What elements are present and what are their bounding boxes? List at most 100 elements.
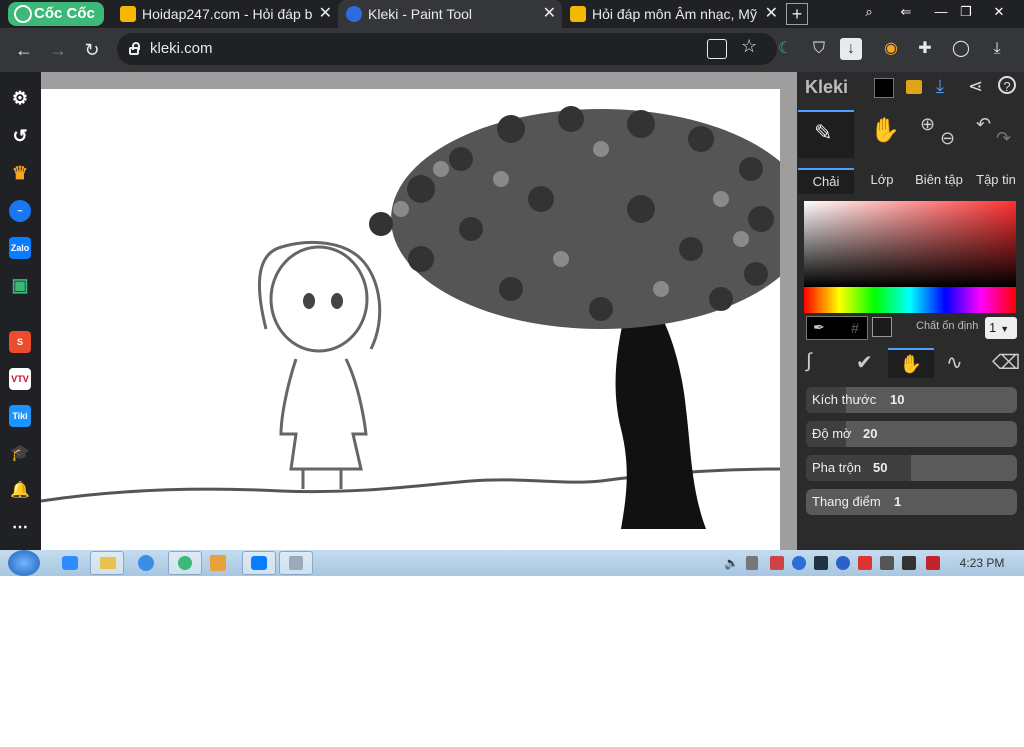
hand-icon: ✋: [870, 117, 900, 144]
paint-brush-icon: ✎: [814, 120, 833, 145]
download-extension-icon[interactable]: ↓: [840, 38, 862, 60]
stabilizer-value: 1: [989, 320, 997, 335]
zalo-icon: [251, 556, 267, 570]
blending-slider[interactable]: Pha trộn 50: [806, 455, 1017, 481]
network-signal-icon[interactable]: [746, 556, 758, 570]
new-image-icon[interactable]: [874, 78, 894, 98]
education-cap-icon[interactable]: 🎓: [9, 443, 31, 465]
settings-gear-icon[interactable]: ⚙: [9, 87, 31, 109]
back-arrow-icon[interactable]: ⇐: [894, 2, 918, 22]
shield-icon[interactable]: ⛉: [808, 38, 830, 60]
close-tab-icon[interactable]: ✕: [543, 0, 556, 28]
tiki-icon[interactable]: Tiki: [9, 405, 31, 427]
tab-layers[interactable]: Lớp: [856, 168, 908, 192]
url-text[interactable]: kleki.com: [150, 33, 213, 65]
kleki-logo: Kleki: [805, 77, 849, 97]
vtv-go-icon[interactable]: VTV: [9, 368, 31, 390]
opacity-slider[interactable]: Độ mờ 20: [806, 421, 1017, 447]
zalo-taskbar-button[interactable]: [242, 551, 276, 575]
power-tray-icon[interactable]: [902, 556, 916, 570]
undo-icon: ↶: [976, 114, 992, 134]
display-tray-icon[interactable]: [814, 556, 828, 570]
coccoc-rewards-icon[interactable]: ◉: [880, 38, 902, 60]
reload-icon[interactable]: ↻: [80, 38, 104, 62]
tray-warning-icon[interactable]: [858, 556, 872, 570]
game-controller-icon[interactable]: ▣: [9, 274, 31, 296]
tab-edit[interactable]: Biên tập: [908, 168, 970, 192]
tab-kleki[interactable]: Kleki - Paint Tool ✕: [338, 0, 562, 28]
close-tab-icon[interactable]: ✕: [319, 0, 332, 28]
minimize-button[interactable]: —: [928, 2, 954, 22]
address-bar[interactable]: kleki.com ☆: [117, 33, 777, 65]
tab-brush[interactable]: Chải: [798, 168, 854, 194]
brush-tool-button[interactable]: ✎: [798, 110, 854, 158]
save-download-icon[interactable]: ⤓: [936, 76, 944, 97]
pen-brush-icon[interactable]: ∫: [806, 350, 811, 373]
sketchy-brush-icon[interactable]: ✋: [888, 348, 934, 378]
scatter-slider[interactable]: Thang điểm 1: [806, 489, 1017, 515]
zoom-button[interactable]: ⊕ ⊖: [910, 110, 966, 156]
drawing-canvas[interactable]: [40, 89, 811, 550]
slider-label: Pha trộn: [812, 460, 862, 475]
zalo-icon[interactable]: Zalo: [9, 237, 31, 259]
brand-name: Cốc Cốc: [34, 5, 95, 22]
close-window-button[interactable]: ✕: [982, 2, 1016, 22]
restore-button[interactable]: ❐: [954, 2, 978, 22]
shopee-icon[interactable]: S: [9, 331, 31, 353]
slider-value: 20: [863, 426, 878, 441]
help-icon[interactable]: ?: [998, 76, 1016, 94]
bluetooth-icon[interactable]: [836, 556, 850, 570]
downloads-icon[interactable]: ⤓: [986, 38, 1008, 60]
explorer-taskbar-button[interactable]: [90, 551, 124, 575]
new-tab-button[interactable]: +: [786, 3, 808, 25]
more-dots-icon[interactable]: ⋯: [9, 517, 31, 539]
taskbar-clock[interactable]: 4:23 PM: [952, 550, 1012, 576]
bookmark-star-icon[interactable]: ☆: [741, 36, 757, 57]
speaker-icon[interactable]: 🔈: [724, 556, 739, 570]
tab-hoidap247[interactable]: Hoidap247.com - Hỏi đáp bà ✕: [112, 0, 338, 28]
tab-hoidap-music[interactable]: Hỏi đáp môn Âm nhạc, Mỹ th ✕: [562, 0, 784, 28]
color-saturation-picker[interactable]: [804, 201, 1016, 287]
coccoc-menu-button[interactable]: Cốc Cốc: [8, 2, 104, 26]
tab-title: Hỏi đáp môn Âm nhạc, Mỹ th: [592, 6, 758, 22]
zalo-tray-icon[interactable]: [792, 556, 806, 570]
forward-icon[interactable]: →: [46, 38, 70, 62]
profile-icon[interactable]: ◯: [950, 38, 972, 60]
back-icon[interactable]: ←: [12, 38, 36, 62]
current-color-swatch[interactable]: ✒ #: [806, 316, 868, 340]
hue-slider[interactable]: [804, 287, 1016, 313]
notification-bell-icon[interactable]: 🔔: [9, 480, 31, 502]
secondary-color-swatch[interactable]: [872, 317, 892, 337]
blend-brush-icon[interactable]: ✔: [856, 350, 873, 375]
close-tab-icon[interactable]: ✕: [765, 0, 778, 28]
eraser-icon[interactable]: ⌫: [992, 350, 1020, 375]
windows-start-icon[interactable]: [8, 550, 40, 576]
dark-mode-moon-icon[interactable]: ☾: [774, 38, 796, 60]
shape-brush-icon[interactable]: ∿: [946, 350, 963, 375]
open-folder-icon[interactable]: [906, 80, 922, 94]
antivirus-tray-icon[interactable]: [926, 556, 940, 570]
zoom-app-icon[interactable]: [62, 556, 78, 570]
tab-search-icon[interactable]: ⌕: [858, 2, 880, 22]
history-icon[interactable]: ↺: [9, 125, 31, 147]
media-player-icon[interactable]: [210, 555, 226, 571]
volume-icon[interactable]: [880, 556, 894, 570]
stabilizer-select[interactable]: 1 ▼: [985, 317, 1017, 339]
size-slider[interactable]: Kích thước 10: [806, 387, 1017, 413]
paint-taskbar-button[interactable]: [279, 551, 313, 575]
undo-redo-button[interactable]: ↶ ↷: [966, 110, 1022, 156]
coccoc-taskbar-button[interactable]: [168, 551, 202, 575]
messenger-icon[interactable]: ~: [9, 200, 31, 222]
eyedropper-icon[interactable]: ✒: [813, 319, 825, 336]
share-icon[interactable]: ⋖: [968, 76, 983, 97]
crown-icon[interactable]: ♛: [9, 162, 31, 184]
tray-app-icon[interactable]: [770, 556, 784, 570]
tab-file[interactable]: Tập tin: [970, 168, 1022, 192]
paint-app-icon: [289, 556, 303, 570]
extensions-puzzle-icon[interactable]: ✚: [914, 38, 936, 60]
coccoc-icon: [178, 556, 192, 570]
translate-icon[interactable]: [707, 39, 727, 59]
hex-input-toggle[interactable]: #: [851, 320, 859, 336]
internet-explorer-icon[interactable]: [138, 555, 154, 571]
hand-tool-button[interactable]: ✋: [854, 110, 910, 156]
